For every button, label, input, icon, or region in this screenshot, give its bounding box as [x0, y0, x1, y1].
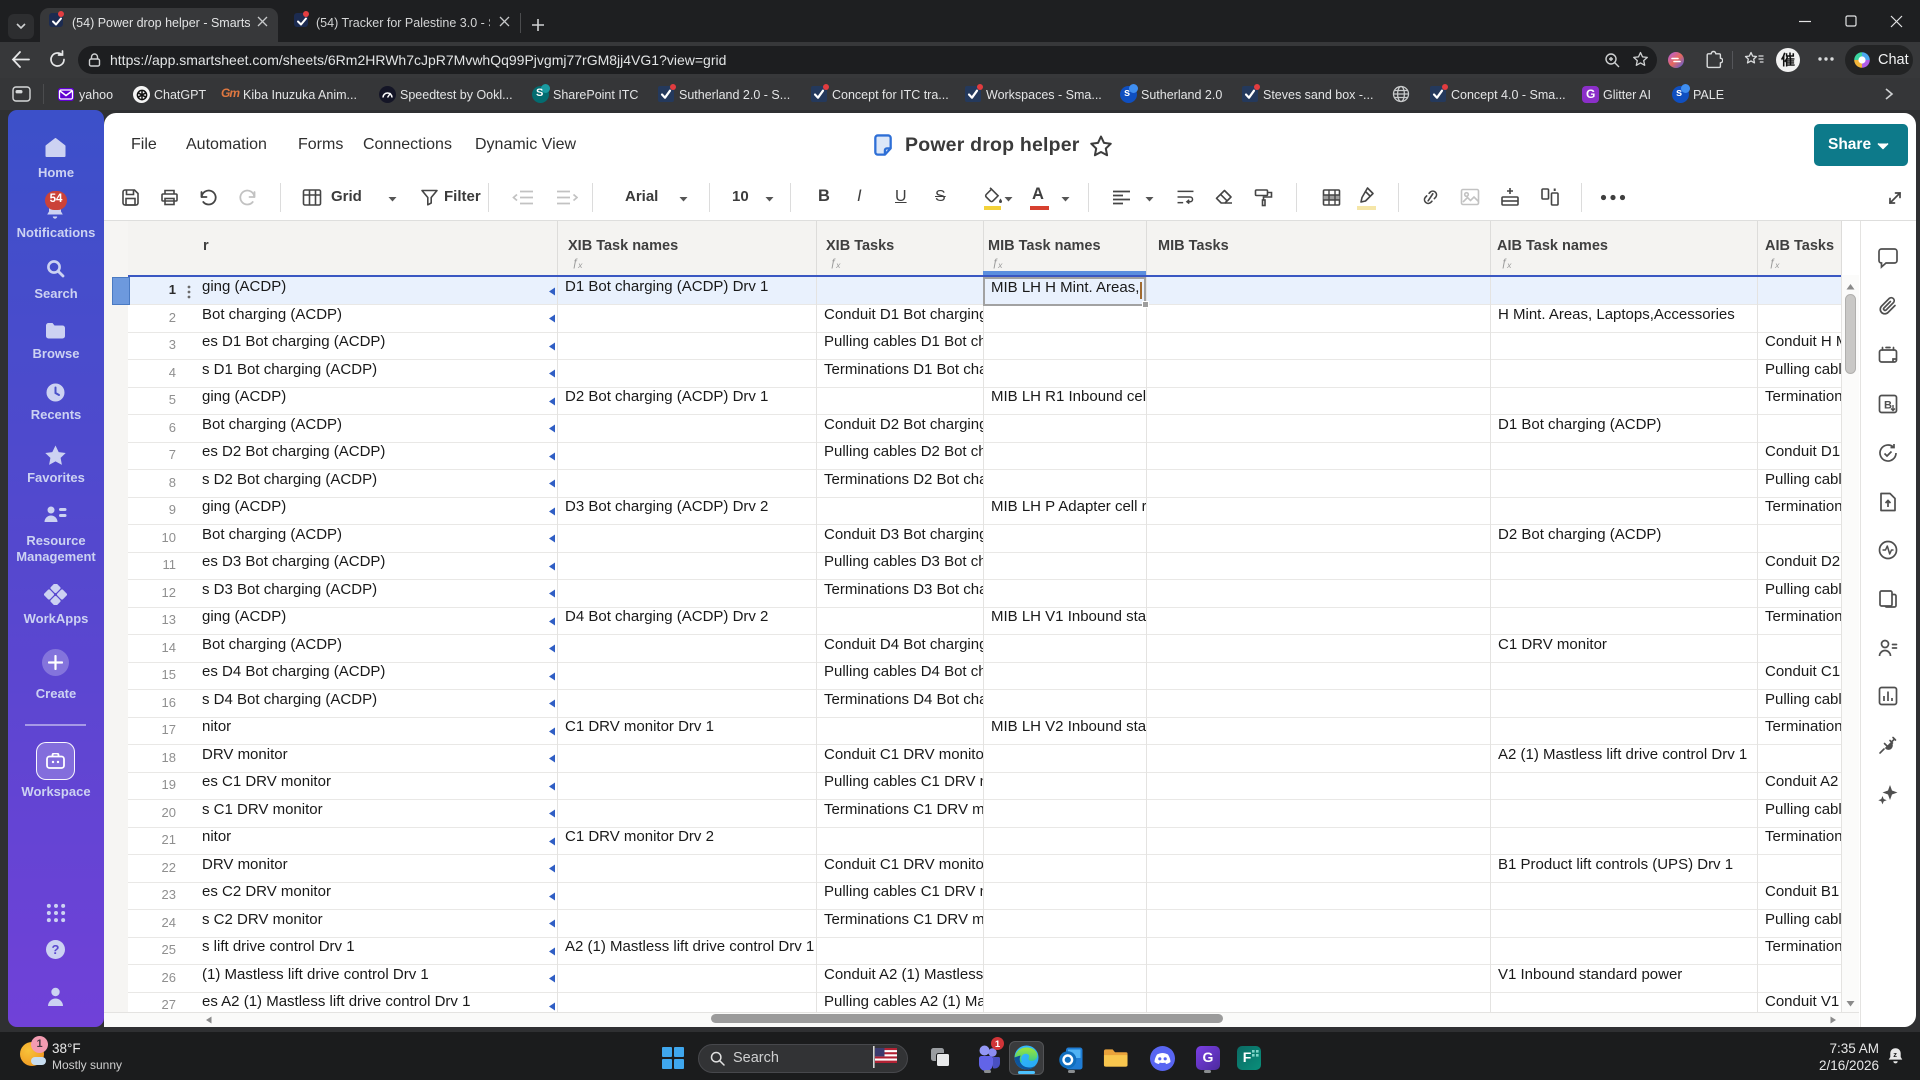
- svg-text:z: z: [1893, 1050, 1897, 1059]
- svg-text:B: B: [1884, 400, 1892, 412]
